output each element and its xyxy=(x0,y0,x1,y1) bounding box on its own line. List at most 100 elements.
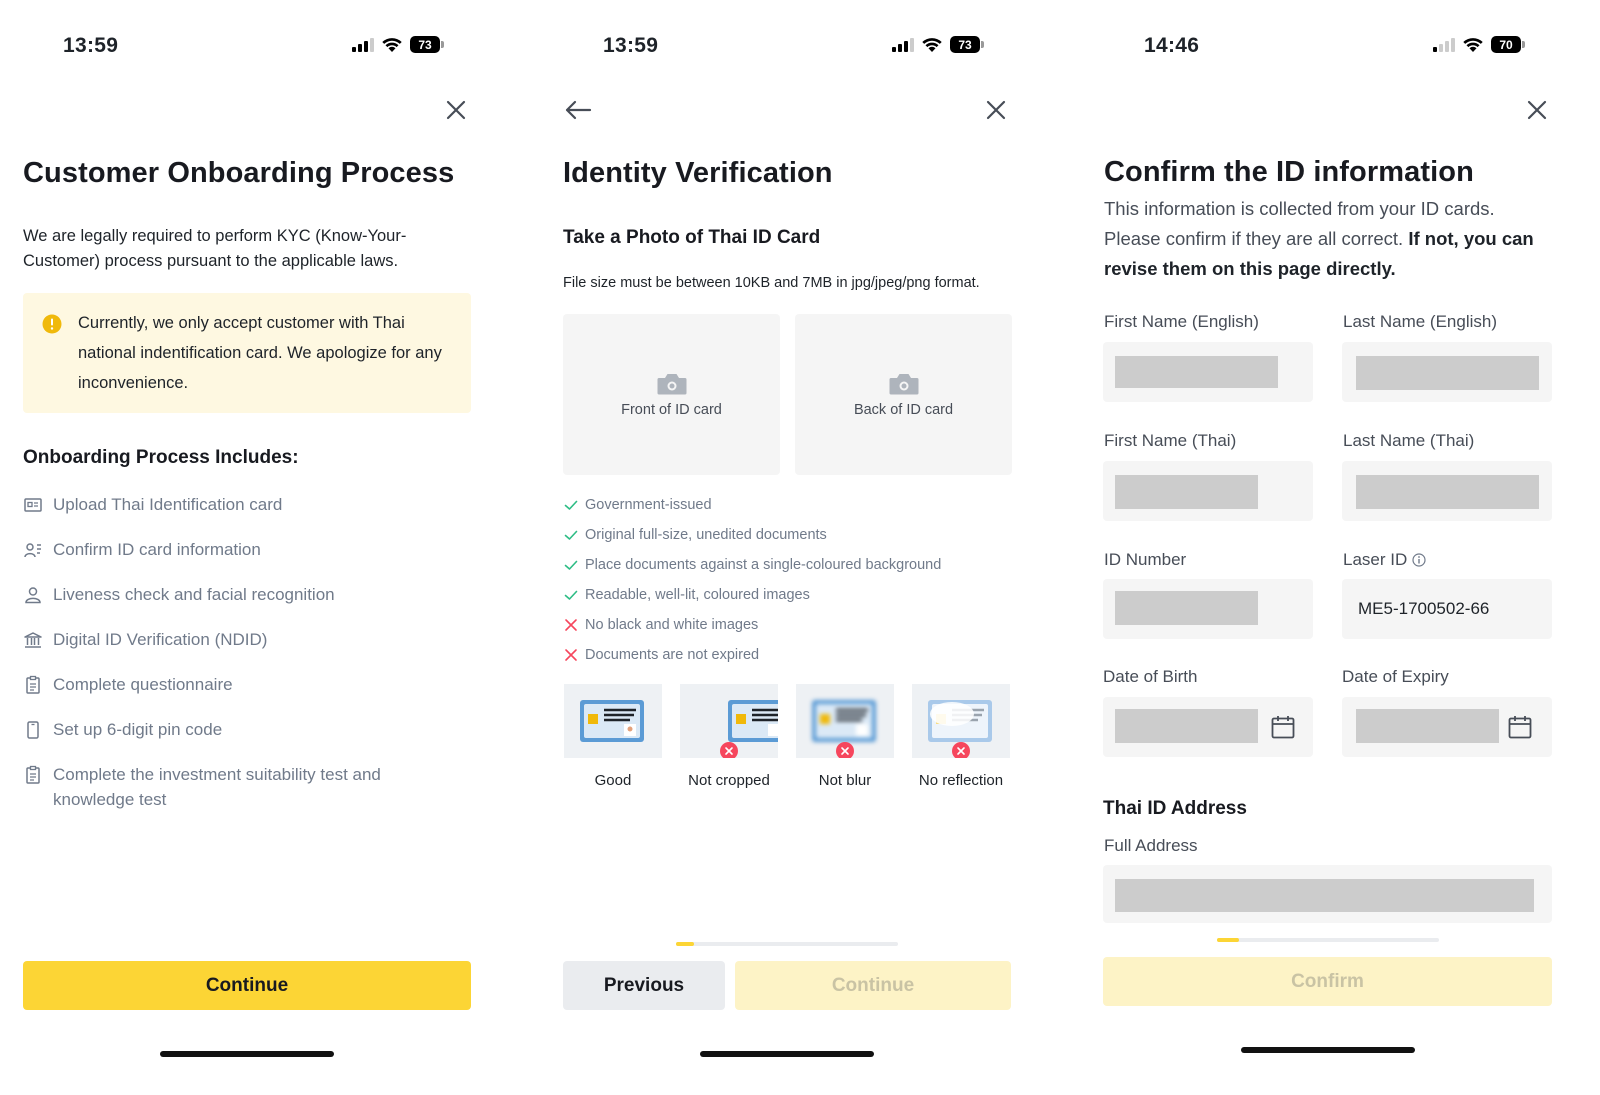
info-icon[interactable] xyxy=(1412,553,1426,567)
error-badge-icon xyxy=(952,742,970,758)
cross-icon xyxy=(565,649,577,661)
progress-fill xyxy=(676,942,694,946)
wifi-icon xyxy=(922,37,942,52)
battery-icon: 73 xyxy=(410,36,444,53)
back-id-label: Back of ID card xyxy=(853,401,954,418)
progress-bar xyxy=(676,942,898,946)
close-icon[interactable] xyxy=(1525,98,1549,122)
close-icon[interactable] xyxy=(984,98,1008,122)
clipboard-icon xyxy=(26,765,40,784)
doe-field[interactable] xyxy=(1342,697,1552,757)
continue-button[interactable]: Continue xyxy=(23,961,471,1010)
requirements-list: Government-issued Original full-size, un… xyxy=(563,490,1023,670)
doe-label: Date of Expiry xyxy=(1342,667,1449,686)
redacted-value xyxy=(1115,709,1258,743)
steps-list: Upload Thai Identification card Confirm … xyxy=(23,492,463,812)
list-item: Liveness check and facial recognition xyxy=(23,582,463,607)
signal-icon xyxy=(352,38,374,52)
id-card-icon xyxy=(24,498,42,512)
list-item: Digital ID Verification (NDID) xyxy=(23,627,463,652)
front-id-label: Front of ID card xyxy=(621,401,722,418)
confirm-button[interactable]: Confirm xyxy=(1103,957,1552,1006)
last-name-th-field[interactable] xyxy=(1342,461,1552,521)
sample-not-cropped: Not cropped xyxy=(680,684,778,789)
calendar-icon[interactable] xyxy=(1507,714,1533,740)
check-icon xyxy=(564,590,578,600)
last-name-th-label: Last Name (Thai) xyxy=(1343,431,1475,450)
status-bar-icons: 70 xyxy=(1433,36,1525,53)
list-item: Readable, well-lit, coloured images xyxy=(563,580,1023,610)
camera-icon xyxy=(657,373,686,394)
laser-id-label: Laser ID xyxy=(1343,550,1426,570)
identity-verification-screen: 13:59 73 Identity Verification Take a Ph… xyxy=(540,0,1035,1095)
status-bar-icons: 73 xyxy=(892,36,984,53)
notice-banner: Currently, we only accept customer with … xyxy=(23,293,471,413)
list-item: Place documents against a single-coloure… xyxy=(563,550,1023,580)
first-name-th-field[interactable] xyxy=(1103,461,1313,521)
sample-good: Good xyxy=(564,684,662,789)
laser-id-field[interactable]: ME5-1700502-66 xyxy=(1342,579,1552,639)
bank-icon xyxy=(24,632,42,648)
close-icon[interactable] xyxy=(444,98,468,122)
home-indicator xyxy=(1241,1047,1415,1053)
cross-icon xyxy=(565,619,577,631)
redacted-value xyxy=(1115,879,1534,912)
dob-field[interactable] xyxy=(1103,697,1313,757)
wifi-icon xyxy=(382,37,402,52)
previous-button[interactable]: Previous xyxy=(563,961,725,1010)
battery-icon: 73 xyxy=(950,36,984,53)
full-address-label: Full Address xyxy=(1104,836,1198,855)
list-item: Set up 6-digit pin code xyxy=(23,717,463,742)
first-name-en-label: First Name (English) xyxy=(1104,312,1259,331)
progress-fill xyxy=(1217,938,1240,942)
phone-icon xyxy=(27,721,39,739)
list-item: Confirm ID card information xyxy=(23,537,463,562)
check-icon xyxy=(564,530,578,540)
redacted-value xyxy=(1115,356,1278,388)
wifi-icon xyxy=(1463,37,1483,52)
signal-icon xyxy=(1433,38,1455,52)
calendar-icon[interactable] xyxy=(1270,714,1296,740)
home-indicator xyxy=(700,1051,874,1057)
front-id-upload[interactable]: Front of ID card xyxy=(563,314,780,475)
list-item: Complete questionnaire xyxy=(23,672,463,697)
back-id-upload[interactable]: Back of ID card xyxy=(795,314,1012,475)
confirm-description: This information is collected from your … xyxy=(1104,198,1534,279)
first-name-en-field[interactable] xyxy=(1103,342,1313,402)
confirm-id-screen: 14:46 70 Confirm the ID information This… xyxy=(1081,0,1600,1095)
status-time: 13:59 xyxy=(603,34,659,57)
steps-heading: Onboarding Process Includes: xyxy=(23,447,299,468)
id-card-sample-image xyxy=(564,684,662,758)
first-name-th-label: First Name (Thai) xyxy=(1104,431,1237,450)
status-time: 14:46 xyxy=(1144,34,1200,57)
list-item: Government-issued xyxy=(563,490,1023,520)
redacted-value xyxy=(1356,356,1539,390)
list-item: Original full-size, unedited documents xyxy=(563,520,1023,550)
full-address-field[interactable] xyxy=(1103,865,1552,923)
redacted-value xyxy=(1356,709,1499,743)
id-number-field[interactable] xyxy=(1103,579,1313,639)
error-badge-icon xyxy=(720,742,738,758)
last-name-en-label: Last Name (English) xyxy=(1343,312,1498,331)
progress-bar xyxy=(1217,938,1439,942)
signal-icon xyxy=(892,38,914,52)
redacted-value xyxy=(1356,475,1539,509)
intro-text: We are legally required to perform KYC (… xyxy=(23,227,407,270)
id-card-sample-image xyxy=(912,684,1010,758)
id-card-sample-image xyxy=(796,684,894,758)
notice-text: Currently, we only accept customer with … xyxy=(78,314,442,392)
dob-label: Date of Birth xyxy=(1103,667,1198,686)
address-heading: Thai ID Address xyxy=(1103,798,1247,819)
warning-icon xyxy=(42,314,62,334)
back-arrow-icon[interactable] xyxy=(564,98,592,122)
last-name-en-field[interactable] xyxy=(1342,342,1552,402)
user-list-icon xyxy=(24,543,41,558)
sample-no-reflection: No reflection xyxy=(912,684,1010,789)
continue-button[interactable]: Continue xyxy=(735,961,1011,1010)
id-card-sample-image xyxy=(680,684,778,758)
home-indicator xyxy=(160,1051,334,1057)
page-title: Identity Verification xyxy=(563,157,833,189)
list-item: Documents are not expired xyxy=(563,640,1023,670)
onboarding-screen: 13:59 73 Customer Onboarding Process We … xyxy=(0,0,495,1095)
status-time: 13:59 xyxy=(63,34,119,57)
